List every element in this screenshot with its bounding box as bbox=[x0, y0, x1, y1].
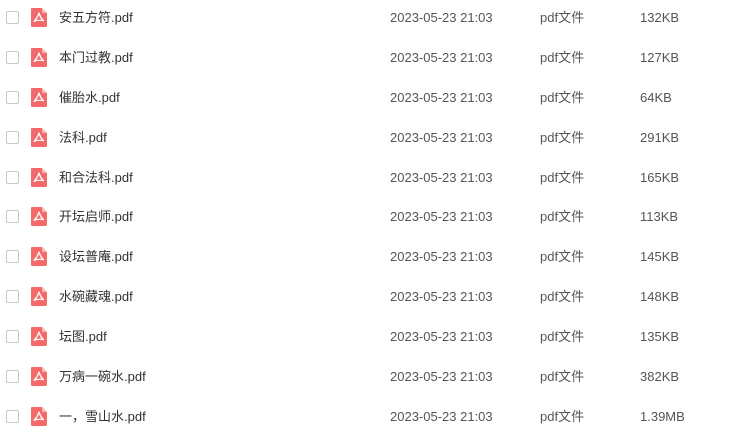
pdf-file-icon bbox=[31, 287, 47, 306]
file-type: pdf文件 bbox=[540, 50, 585, 65]
file-type: pdf文件 bbox=[540, 209, 585, 224]
file-name[interactable]: 设坛普庵.pdf bbox=[59, 249, 133, 265]
file-name[interactable]: 一，雪山水.pdf bbox=[59, 409, 146, 425]
file-modified-date: 2023-05-23 21:03 bbox=[390, 90, 493, 105]
row-checkbox[interactable] bbox=[6, 330, 19, 343]
pdf-file-icon bbox=[31, 8, 47, 27]
row-checkbox[interactable] bbox=[6, 11, 19, 24]
row-checkbox[interactable] bbox=[6, 250, 19, 263]
file-size: 113KB bbox=[640, 209, 679, 224]
file-row[interactable]: 法科.pdf 2023-05-23 21:03 pdf文件 291KB bbox=[0, 119, 741, 159]
file-name[interactable]: 安五方符.pdf bbox=[59, 10, 133, 26]
file-type: pdf文件 bbox=[540, 249, 585, 264]
file-modified-date: 2023-05-23 21:03 bbox=[390, 170, 493, 185]
file-size: 165KB bbox=[640, 170, 680, 185]
pdf-file-icon bbox=[31, 207, 47, 226]
file-size: 64KB bbox=[640, 90, 672, 105]
file-type: pdf文件 bbox=[540, 90, 585, 105]
file-type: pdf文件 bbox=[540, 170, 585, 185]
row-checkbox[interactable] bbox=[6, 51, 19, 64]
pdf-file-icon bbox=[31, 367, 47, 386]
file-type: pdf文件 bbox=[540, 369, 585, 384]
file-name[interactable]: 水碗藏魂.pdf bbox=[59, 289, 133, 305]
file-type: pdf文件 bbox=[540, 409, 585, 424]
file-modified-date: 2023-05-23 21:03 bbox=[390, 329, 493, 344]
file-size: 382KB bbox=[640, 369, 680, 384]
file-name[interactable]: 万病一碗水.pdf bbox=[59, 369, 146, 385]
file-modified-date: 2023-05-23 21:03 bbox=[390, 409, 493, 424]
file-row[interactable]: 本门过教.pdf 2023-05-23 21:03 pdf文件 127KB bbox=[0, 39, 741, 79]
file-row[interactable]: 和合法科.pdf 2023-05-23 21:03 pdf文件 165KB bbox=[0, 159, 741, 199]
file-modified-date: 2023-05-23 21:03 bbox=[390, 10, 493, 25]
file-name[interactable]: 坛图.pdf bbox=[59, 329, 107, 345]
file-name[interactable]: 本门过教.pdf bbox=[59, 50, 133, 66]
file-row[interactable]: 催胎水.pdf 2023-05-23 21:03 pdf文件 64KB bbox=[0, 79, 741, 119]
file-size: 127KB bbox=[640, 50, 680, 65]
file-row[interactable]: 开坛启师.pdf 2023-05-23 21:03 pdf文件 113KB bbox=[0, 198, 741, 238]
pdf-file-icon bbox=[31, 48, 47, 67]
pdf-file-icon bbox=[31, 128, 47, 147]
file-size: 132KB bbox=[640, 10, 680, 25]
row-checkbox[interactable] bbox=[6, 131, 19, 144]
row-checkbox[interactable] bbox=[6, 410, 19, 423]
row-checkbox[interactable] bbox=[6, 370, 19, 383]
file-row[interactable]: 一，雪山水.pdf 2023-05-23 21:03 pdf文件 1.39MB bbox=[0, 398, 741, 438]
file-size: 1.39MB bbox=[640, 409, 685, 424]
file-type: pdf文件 bbox=[540, 289, 585, 304]
file-size: 145KB bbox=[640, 249, 680, 264]
file-modified-date: 2023-05-23 21:03 bbox=[390, 209, 493, 224]
file-row[interactable]: 坛图.pdf 2023-05-23 21:03 pdf文件 135KB bbox=[0, 318, 741, 358]
file-type: pdf文件 bbox=[540, 130, 585, 145]
file-row[interactable]: 万病一碗水.pdf 2023-05-23 21:03 pdf文件 382KB bbox=[0, 358, 741, 398]
file-row[interactable]: 安五方符.pdf 2023-05-23 21:03 pdf文件 132KB bbox=[0, 0, 741, 39]
pdf-file-icon bbox=[31, 168, 47, 187]
file-modified-date: 2023-05-23 21:03 bbox=[390, 130, 493, 145]
file-modified-date: 2023-05-23 21:03 bbox=[390, 289, 493, 304]
pdf-file-icon bbox=[31, 247, 47, 266]
file-modified-date: 2023-05-23 21:03 bbox=[390, 50, 493, 65]
file-type: pdf文件 bbox=[540, 329, 585, 344]
file-type: pdf文件 bbox=[540, 10, 585, 25]
pdf-file-icon bbox=[31, 407, 47, 426]
file-name[interactable]: 和合法科.pdf bbox=[59, 170, 133, 186]
pdf-file-icon bbox=[31, 327, 47, 346]
file-row[interactable]: 水碗藏魂.pdf 2023-05-23 21:03 pdf文件 148KB bbox=[0, 278, 741, 318]
row-checkbox[interactable] bbox=[6, 290, 19, 303]
file-modified-date: 2023-05-23 21:03 bbox=[390, 369, 493, 384]
row-checkbox[interactable] bbox=[6, 91, 19, 104]
file-name[interactable]: 开坛启师.pdf bbox=[59, 209, 133, 225]
file-size: 148KB bbox=[640, 289, 680, 304]
file-list: 安五方符.pdf 2023-05-23 21:03 pdf文件 132KB 本门… bbox=[0, 0, 741, 444]
row-checkbox[interactable] bbox=[6, 210, 19, 223]
file-name[interactable]: 法科.pdf bbox=[59, 130, 107, 146]
file-modified-date: 2023-05-23 21:03 bbox=[390, 249, 493, 264]
file-size: 135KB bbox=[640, 329, 680, 344]
row-checkbox[interactable] bbox=[6, 171, 19, 184]
pdf-file-icon bbox=[31, 88, 47, 107]
file-row[interactable]: 设坛普庵.pdf 2023-05-23 21:03 pdf文件 145KB bbox=[0, 238, 741, 278]
file-size: 291KB bbox=[640, 130, 680, 145]
file-name[interactable]: 催胎水.pdf bbox=[59, 90, 120, 106]
